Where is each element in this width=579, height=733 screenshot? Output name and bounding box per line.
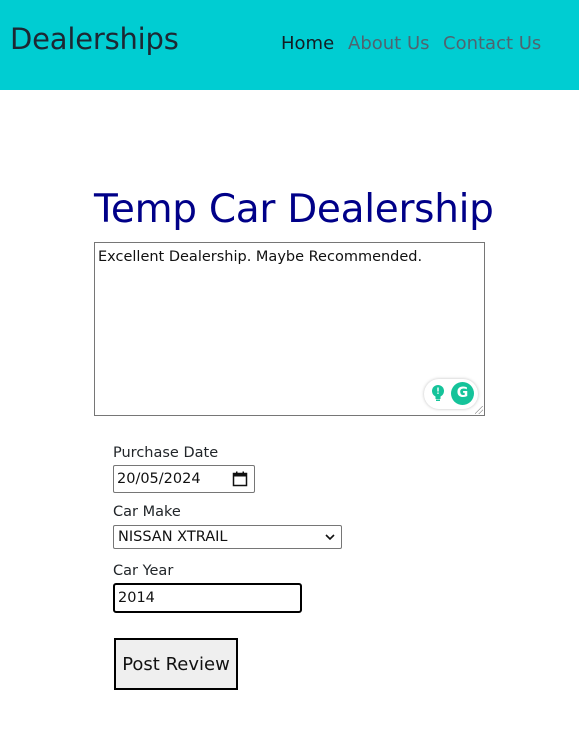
nav-link-home[interactable]: Home xyxy=(281,33,334,54)
car-year-input[interactable]: 2014 xyxy=(113,583,302,613)
nav-link-about-us[interactable]: About Us xyxy=(348,33,430,54)
review-text: Excellent Dealership. Maybe Recommended. xyxy=(98,249,423,265)
chevron-down-icon xyxy=(325,534,335,541)
car-make-label: Car Make xyxy=(113,504,181,520)
calendar-icon[interactable] xyxy=(232,471,248,487)
purchase-date-value: 20/05/2024 xyxy=(117,471,201,487)
grammarly-widget[interactable]: G xyxy=(424,379,478,409)
grammarly-icon[interactable]: G xyxy=(451,382,474,405)
car-make-select[interactable]: NISSAN XTRAIL xyxy=(113,525,342,549)
brand-logo[interactable]: Dealerships xyxy=(10,22,179,56)
resize-handle[interactable] xyxy=(475,406,483,414)
car-year-label: Car Year xyxy=(113,563,174,579)
dealer-title: Temp Car Dealership xyxy=(94,187,494,232)
car-make-value: NISSAN XTRAIL xyxy=(118,529,228,545)
navbar: Dealerships Home About Us Contact Us xyxy=(0,0,579,90)
nav-link-contact-us[interactable]: Contact Us xyxy=(443,33,541,54)
lightbulb-icon[interactable] xyxy=(430,384,446,402)
car-year-value: 2014 xyxy=(118,590,155,606)
purchase-date-input[interactable]: 20/05/2024 xyxy=(113,465,255,493)
purchase-date-label: Purchase Date xyxy=(113,445,219,461)
post-review-button[interactable]: Post Review xyxy=(114,638,238,690)
review-textarea[interactable]: Excellent Dealership. Maybe Recommended.… xyxy=(94,242,485,416)
